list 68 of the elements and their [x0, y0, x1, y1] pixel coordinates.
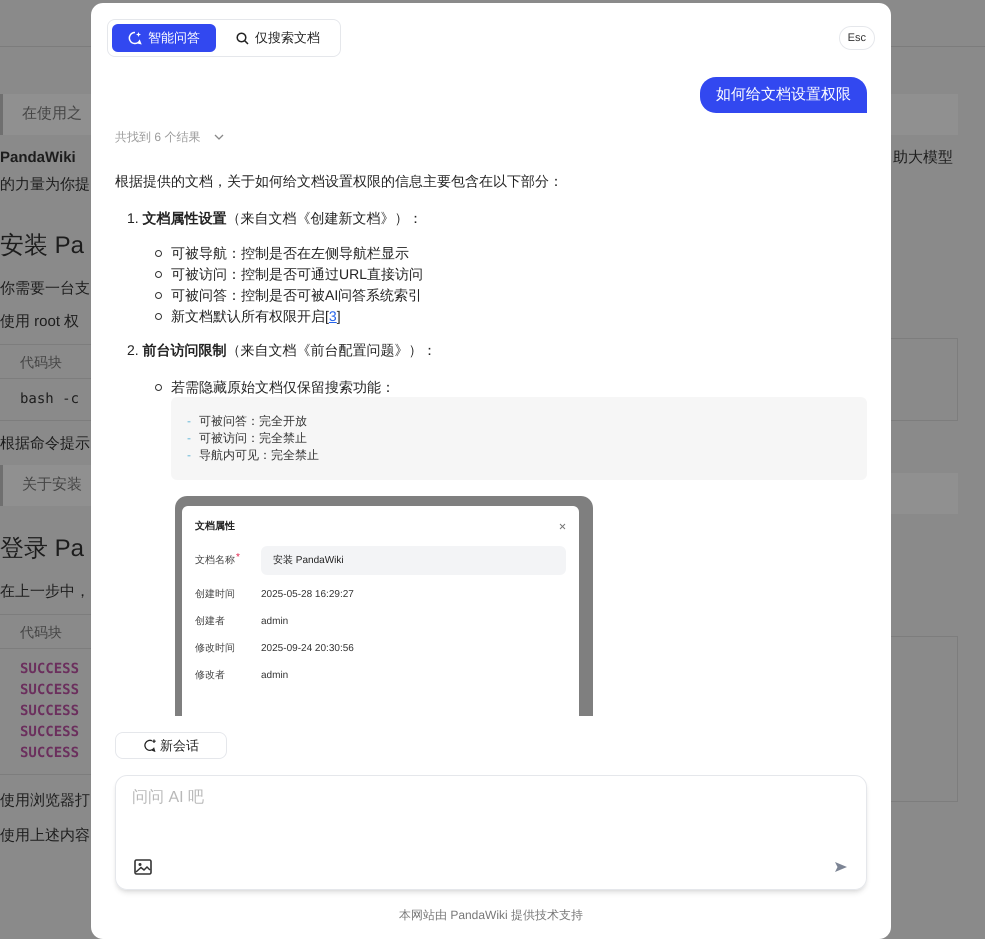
new-chat-icon [143, 739, 156, 752]
list-item-text: 新文档默认所有权限开启[3] [171, 307, 341, 326]
paragraph-text: PandaWiki [0, 148, 77, 168]
code-line: SUCCESS [19, 723, 80, 742]
quote-block [891, 94, 958, 135]
code-line: SUCCESS [19, 681, 80, 700]
field-value: 2025-05-28 16:29:27 [261, 588, 354, 602]
question-bubble: 如何给文档设置权限 [700, 77, 867, 113]
dash-marker: - [187, 430, 191, 446]
chat-sparkle-icon [128, 31, 142, 45]
section-heading: 登录 Pa [0, 534, 86, 564]
paragraph-text: 你需要一台支 [0, 279, 91, 299]
close-icon[interactable] [559, 522, 566, 530]
new-chat-button[interactable]: 新会话 [115, 732, 227, 759]
code-line: 可被问答：完全开放 [199, 412, 307, 430]
field-label: 创建者 [195, 614, 225, 629]
bullet-icon [155, 292, 162, 299]
reference-link[interactable]: 3 [328, 308, 337, 324]
search-icon [236, 32, 249, 44]
list-item-text: 1. 文档属性设置（来自文档《创建新文档》）： [127, 209, 424, 228]
field-value: admin [261, 615, 288, 629]
code-line: SUCCESS [19, 660, 80, 679]
bullet-icon [155, 271, 162, 278]
tab[interactable]: 仅搜索文档 [220, 24, 336, 52]
code-line: SUCCESS [19, 744, 80, 763]
paragraph-text: 助大模型 [893, 148, 954, 168]
footer-text: 本网站由 PandaWiki 提供技术支持 [398, 907, 584, 924]
list-item-text: 可被导航：控制是否在左侧导航栏显示 [171, 244, 409, 263]
list-item-text: 若需隐藏原始文档仅保留搜索功能： [171, 378, 395, 396]
paragraph-text: 使用上述内容 [0, 826, 91, 846]
field-label: 修改时间 [195, 642, 235, 656]
paragraph-text: 使用 root 权 [0, 312, 80, 332]
quote-text: 在使用之 [22, 104, 82, 124]
field-label: 文档名称 [195, 554, 235, 568]
field-label: 修改者 [195, 668, 225, 683]
list-item-text: 可被问答：控制是否可被AI问答系统索引 [171, 286, 422, 305]
required-mark: * [236, 553, 240, 563]
field-value: admin [261, 669, 288, 683]
dialog-title: 文档属性 [195, 520, 235, 534]
answer-paragraph: 根据提供的文档，关于如何给文档设置权限的信息主要包含在以下部分： [115, 172, 564, 191]
bullet-icon [155, 313, 162, 320]
image-icon[interactable] [134, 859, 152, 875]
bullet-icon [155, 250, 162, 257]
field-label: 创建时间 [195, 588, 235, 602]
chevron-icon [214, 134, 224, 140]
code-line: 导航内可见：完全禁止 [199, 446, 319, 464]
list-item-text: 可被访问：控制是否可通过URL直接访问 [171, 265, 424, 284]
quote-block [891, 473, 958, 514]
section-heading: 安装 Pa [0, 231, 86, 261]
input-field[interactable]: 安装 PandaWiki [261, 546, 566, 575]
paragraph-text: 根据命令提示 [0, 434, 91, 454]
dash-marker: - [187, 412, 191, 430]
message-input[interactable]: 问问 AI 吧 [116, 776, 866, 836]
bullet-icon [155, 384, 162, 390]
send-icon[interactable] [834, 861, 848, 873]
paragraph-text: 在上一步中， [0, 582, 91, 602]
esc-key[interactable]: Esc [838, 26, 875, 50]
field-value: 2025-09-24 20:30:56 [261, 642, 354, 656]
dash-marker: - [187, 446, 191, 464]
chat-input[interactable]: 问问 AI 吧 [115, 775, 867, 890]
code-line: SUCCESS [19, 702, 80, 721]
tab[interactable]: 智能问答 [112, 24, 216, 52]
paragraph-text: 的力量为你提 [0, 175, 91, 195]
code-line: bash -c [19, 390, 80, 409]
list-item-text: 2. 前台访问限制（来自文档《前台配置问题》）： [127, 341, 438, 360]
code-line: 可被访问：完全禁止 [199, 430, 307, 446]
paragraph-text: 使用浏览器打 [0, 791, 91, 811]
quote-text: 关于安装 [22, 475, 82, 496]
